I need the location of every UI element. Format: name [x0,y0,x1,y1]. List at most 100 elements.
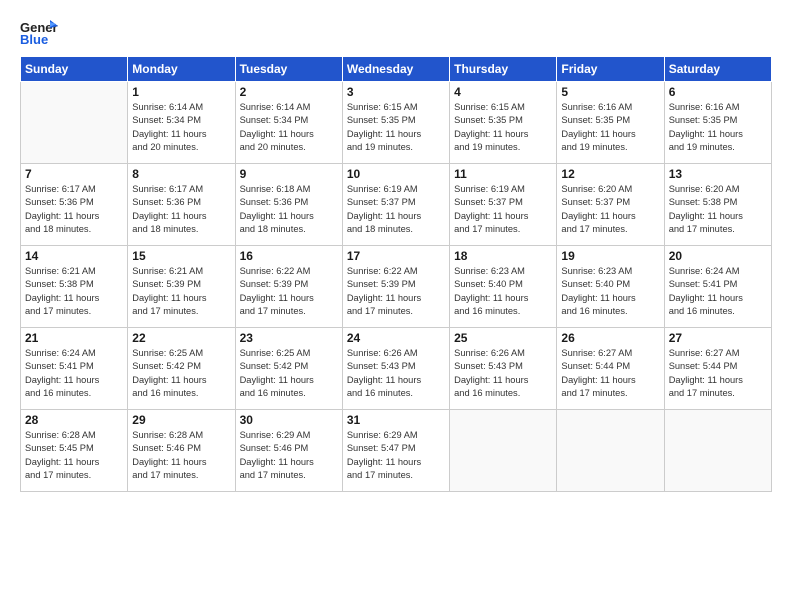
weekday-header: Friday [557,57,664,82]
day-number: 31 [347,413,445,427]
calendar-day-cell: 2Sunrise: 6:14 AM Sunset: 5:34 PM Daylig… [235,82,342,164]
day-info: Sunrise: 6:29 AM Sunset: 5:47 PM Dayligh… [347,429,445,483]
logo-icon: General Blue [20,18,58,48]
day-info: Sunrise: 6:21 AM Sunset: 5:38 PM Dayligh… [25,265,123,319]
day-info: Sunrise: 6:17 AM Sunset: 5:36 PM Dayligh… [25,183,123,237]
day-info: Sunrise: 6:24 AM Sunset: 5:41 PM Dayligh… [669,265,767,319]
day-info: Sunrise: 6:17 AM Sunset: 5:36 PM Dayligh… [132,183,230,237]
weekday-header: Sunday [21,57,128,82]
calendar-day-cell: 17Sunrise: 6:22 AM Sunset: 5:39 PM Dayli… [342,246,449,328]
day-number: 11 [454,167,552,181]
calendar-day-cell: 29 Sunrise: 6:28 AM Sunset: 5:46 PM Dayli… [128,410,235,492]
day-info: Sunrise: 6:20 AM Sunset: 5:37 PM Dayligh… [561,183,659,237]
day-number: 3 [347,85,445,99]
day-number: 4 [454,85,552,99]
calendar-day-cell: 14 Sunrise: 6:21 AM Sunset: 5:38 PM Dayli… [21,246,128,328]
calendar: SundayMondayTuesdayWednesdayThursdayFrid… [20,56,772,492]
calendar-day-cell: 25 Sunrise: 6:26 AM Sunset: 5:43 PM Dayli… [450,328,557,410]
calendar-day-cell: 19 Sunrise: 6:23 AM Sunset: 5:40 PM Dayli… [557,246,664,328]
calendar-day-cell [557,410,664,492]
weekday-header: Thursday [450,57,557,82]
calendar-day-cell: 24 Sunrise: 6:26 AM Sunset: 5:43 PM Dayli… [342,328,449,410]
day-number: 6 [669,85,767,99]
day-number: 1 [132,85,230,99]
day-number: 30 [240,413,338,427]
day-info: Sunrise: 6:28 AM Sunset: 5:46 PM Dayligh… [132,429,230,483]
weekday-header: Saturday [664,57,771,82]
day-number: 21 [25,331,123,345]
calendar-day-cell: 16 Sunrise: 6:22 AM Sunset: 5:39 PM Dayli… [235,246,342,328]
day-number: 12 [561,167,659,181]
day-info: Sunrise: 6:14 AM Sunset: 5:34 PM Dayligh… [132,101,230,155]
calendar-header-row: SundayMondayTuesdayWednesdayThursdayFrid… [21,57,772,82]
day-number: 14 [25,249,123,263]
calendar-day-cell: 15 Sunrise: 6:21 AM Sunset: 5:39 PM Dayli… [128,246,235,328]
day-number: 22 [132,331,230,345]
day-info: Sunrise: 6:25 AM Sunset: 5:42 PM Dayligh… [132,347,230,401]
day-info: Sunrise: 6:26 AM Sunset: 5:43 PM Dayligh… [347,347,445,401]
day-info: Sunrise: 6:26 AM Sunset: 5:43 PM Dayligh… [454,347,552,401]
day-info: Sunrise: 6:23 AM Sunset: 5:40 PM Dayligh… [454,265,552,319]
calendar-day-cell: 6Sunrise: 6:16 AM Sunset: 5:35 PM Daylig… [664,82,771,164]
day-number: 7 [25,167,123,181]
calendar-week-row: 14 Sunrise: 6:21 AM Sunset: 5:38 PM Dayli… [21,246,772,328]
day-info: Sunrise: 6:18 AM Sunset: 5:36 PM Dayligh… [240,183,338,237]
calendar-day-cell: 7 Sunrise: 6:17 AM Sunset: 5:36 PM Daylig… [21,164,128,246]
day-number: 16 [240,249,338,263]
calendar-day-cell: 30 Sunrise: 6:29 AM Sunset: 5:46 PM Dayli… [235,410,342,492]
day-number: 10 [347,167,445,181]
day-number: 25 [454,331,552,345]
weekday-header: Wednesday [342,57,449,82]
header: General Blue [20,18,772,48]
calendar-day-cell: 1 Sunrise: 6:14 AM Sunset: 5:34 PM Daylig… [128,82,235,164]
calendar-day-cell: 9 Sunrise: 6:18 AM Sunset: 5:36 PM Daylig… [235,164,342,246]
day-number: 13 [669,167,767,181]
day-info: Sunrise: 6:28 AM Sunset: 5:45 PM Dayligh… [25,429,123,483]
calendar-day-cell: 20 Sunrise: 6:24 AM Sunset: 5:41 PM Dayli… [664,246,771,328]
day-info: Sunrise: 6:20 AM Sunset: 5:38 PM Dayligh… [669,183,767,237]
day-info: Sunrise: 6:27 AM Sunset: 5:44 PM Dayligh… [669,347,767,401]
day-number: 18 [454,249,552,263]
day-number: 28 [25,413,123,427]
day-info: Sunrise: 6:21 AM Sunset: 5:39 PM Dayligh… [132,265,230,319]
calendar-day-cell: 23 Sunrise: 6:25 AM Sunset: 5:42 PM Dayli… [235,328,342,410]
day-info: Sunrise: 6:16 AM Sunset: 5:35 PM Dayligh… [561,101,659,155]
calendar-day-cell: 8 Sunrise: 6:17 AM Sunset: 5:36 PM Daylig… [128,164,235,246]
day-number: 8 [132,167,230,181]
day-number: 2 [240,85,338,99]
day-number: 19 [561,249,659,263]
calendar-day-cell: 5 Sunrise: 6:16 AM Sunset: 5:35 PM Daylig… [557,82,664,164]
day-number: 20 [669,249,767,263]
day-number: 15 [132,249,230,263]
day-info: Sunrise: 6:22 AM Sunset: 5:39 PM Dayligh… [240,265,338,319]
calendar-week-row: 1 Sunrise: 6:14 AM Sunset: 5:34 PM Daylig… [21,82,772,164]
day-number: 9 [240,167,338,181]
day-number: 29 [132,413,230,427]
calendar-day-cell: 4 Sunrise: 6:15 AM Sunset: 5:35 PM Daylig… [450,82,557,164]
calendar-day-cell: 26Sunrise: 6:27 AM Sunset: 5:44 PM Dayli… [557,328,664,410]
calendar-day-cell [450,410,557,492]
calendar-day-cell: 21 Sunrise: 6:24 AM Sunset: 5:41 PM Dayli… [21,328,128,410]
logo: General Blue [20,18,58,48]
calendar-day-cell [21,82,128,164]
day-number: 5 [561,85,659,99]
day-number: 24 [347,331,445,345]
day-info: Sunrise: 6:15 AM Sunset: 5:35 PM Dayligh… [454,101,552,155]
day-info: Sunrise: 6:29 AM Sunset: 5:46 PM Dayligh… [240,429,338,483]
calendar-day-cell: 28 Sunrise: 6:28 AM Sunset: 5:45 PM Dayli… [21,410,128,492]
day-info: Sunrise: 6:25 AM Sunset: 5:42 PM Dayligh… [240,347,338,401]
day-number: 26 [561,331,659,345]
day-number: 23 [240,331,338,345]
day-info: Sunrise: 6:24 AM Sunset: 5:41 PM Dayligh… [25,347,123,401]
calendar-day-cell: 18 Sunrise: 6:23 AM Sunset: 5:40 PM Dayli… [450,246,557,328]
calendar-day-cell: 27 Sunrise: 6:27 AM Sunset: 5:44 PM Dayli… [664,328,771,410]
day-info: Sunrise: 6:19 AM Sunset: 5:37 PM Dayligh… [454,183,552,237]
day-number: 17 [347,249,445,263]
day-number: 27 [669,331,767,345]
calendar-week-row: 7 Sunrise: 6:17 AM Sunset: 5:36 PM Daylig… [21,164,772,246]
calendar-day-cell: 10 Sunrise: 6:19 AM Sunset: 5:37 PM Dayli… [342,164,449,246]
calendar-day-cell: 31 Sunrise: 6:29 AM Sunset: 5:47 PM Dayli… [342,410,449,492]
day-info: Sunrise: 6:19 AM Sunset: 5:37 PM Dayligh… [347,183,445,237]
calendar-day-cell: 12 Sunrise: 6:20 AM Sunset: 5:37 PM Dayli… [557,164,664,246]
day-info: Sunrise: 6:23 AM Sunset: 5:40 PM Dayligh… [561,265,659,319]
